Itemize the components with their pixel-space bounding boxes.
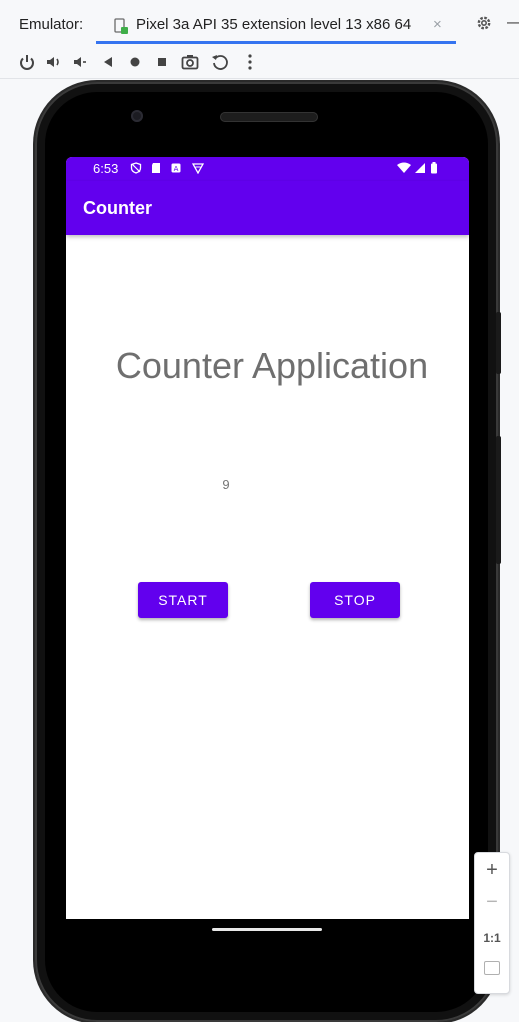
page-title: Counter Application (115, 345, 429, 386)
status-bar: 6:53 A (66, 157, 469, 181)
device-screen[interactable]: 6:53 A Counter Counter Application 9 STA… (66, 157, 469, 919)
app-title: Counter (83, 198, 152, 218)
home-icon[interactable] (125, 52, 145, 72)
back-icon[interactable] (98, 52, 118, 72)
app-bar: Counter (66, 181, 469, 235)
emulator-label: Emulator: (19, 16, 84, 33)
device-tab-title: Pixel 3a API 35 extension level 13 x86 6… (136, 16, 412, 33)
notification-icon: A (171, 163, 181, 173)
volume-up-icon[interactable] (44, 52, 64, 72)
stop-button[interactable]: STOP (310, 582, 400, 618)
wifi-icon (397, 162, 411, 173)
emulator-header: Emulator: Pixel 3a API 35 extension leve… (0, 0, 519, 44)
zoom-actual-size-button[interactable]: 1:1 (475, 931, 509, 945)
camera-icon (131, 110, 143, 122)
more-icon[interactable] (240, 52, 260, 72)
navigation-bar (66, 919, 469, 989)
device-tab[interactable]: Pixel 3a API 35 extension level 13 x86 6… (96, 6, 456, 44)
svg-text:A: A (174, 165, 179, 173)
zoom-fit-icon[interactable] (484, 961, 500, 975)
shield-icon (130, 162, 142, 174)
status-time: 6:53 (93, 161, 119, 176)
device-icon (114, 18, 128, 34)
emulator-toolbar (0, 44, 519, 78)
power-icon[interactable] (17, 52, 37, 72)
overview-icon[interactable] (152, 52, 172, 72)
zoom-controls: + − 1:1 (474, 852, 510, 994)
gear-icon[interactable] (475, 14, 493, 32)
counter-value: 9 (222, 477, 230, 492)
rotate-icon[interactable] (210, 52, 230, 72)
zoom-in-button[interactable]: + (475, 859, 509, 882)
volume-side-button (496, 436, 501, 564)
minimize-icon[interactable]: — (507, 12, 519, 32)
volume-down-icon[interactable] (70, 52, 90, 72)
close-tab-icon[interactable]: × (433, 16, 442, 33)
vpn-icon (192, 163, 204, 174)
sd-card-icon (152, 163, 160, 173)
zoom-out-button[interactable]: − (475, 891, 509, 914)
toolbar-divider (0, 78, 519, 79)
power-side-button (496, 312, 501, 374)
signal-icon (415, 163, 425, 173)
speaker-grille (220, 112, 318, 122)
screenshot-icon[interactable] (180, 52, 200, 72)
home-gesture-handle[interactable] (212, 928, 322, 931)
start-button[interactable]: START (138, 582, 228, 618)
battery-icon (431, 162, 437, 174)
